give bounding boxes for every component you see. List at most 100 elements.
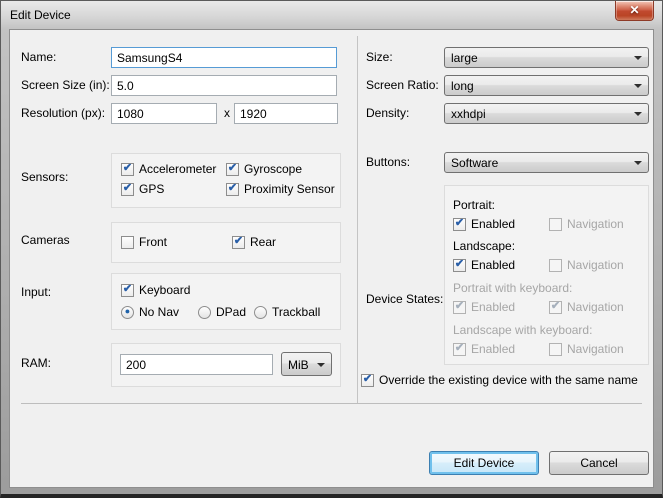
buttons-select[interactable]: Software (444, 152, 649, 173)
dialog-body: Name: Screen Size (in): Resolution (px):… (9, 29, 654, 488)
device-states-label: Device States: (366, 292, 444, 306)
checkbox-box: ✔ (453, 342, 466, 356)
screen-size-label: Screen Size (in): (21, 78, 110, 92)
checkbox-label: Navigation (567, 342, 624, 356)
radio-label: Trackball (272, 305, 321, 319)
footer-divider (21, 403, 642, 404)
window-title: Edit Device (10, 8, 71, 22)
check-icon: ✔ (454, 300, 465, 312)
check-icon: ✔ (233, 235, 244, 247)
gyroscope-checkbox[interactable]: ✔ Gyroscope (226, 162, 302, 176)
portrait-enabled-checkbox[interactable]: ✔ Enabled (453, 217, 515, 231)
landscape-enabled-checkbox[interactable]: ✔ Enabled (453, 258, 515, 272)
keyboard-checkbox[interactable]: ✔ Keyboard (121, 283, 190, 297)
cameras-label: Cameras (21, 233, 70, 247)
resolution-width-input[interactable] (111, 103, 217, 124)
titlebar[interactable]: Edit Device ✕ (1, 1, 662, 29)
ram-unit-value: MiB (288, 358, 309, 372)
screen-size-input[interactable] (111, 75, 337, 96)
checkbox-box (549, 258, 562, 272)
checkbox-label: Gyroscope (244, 162, 303, 176)
no-nav-radio[interactable]: ● No Nav (121, 305, 179, 319)
checkbox-label: Override the existing device with the sa… (379, 373, 638, 387)
checkbox-label: Navigation (567, 258, 624, 272)
name-input[interactable] (111, 47, 337, 68)
rear-camera-checkbox[interactable]: ✔ Rear (232, 235, 276, 249)
landscape-title: Landscape: (453, 239, 516, 253)
density-select[interactable]: xxhdpi (444, 103, 649, 124)
checkbox-label: Enabled (471, 258, 516, 272)
edit-device-button[interactable]: Edit Device (429, 451, 539, 475)
ram-unit-select[interactable]: MiB (281, 352, 332, 376)
resolution-label: Resolution (px): (21, 106, 106, 120)
check-icon: ✔ (122, 283, 133, 295)
size-label: Size: (366, 50, 393, 64)
checkbox-box: ✔ (226, 162, 239, 176)
checkbox-label: Accelerometer (139, 162, 217, 176)
density-value: xxhdpi (451, 107, 486, 121)
portrait-keyboard-navigation-checkbox: ✔ Navigation (549, 300, 624, 314)
buttons-value: Software (451, 156, 499, 170)
close-icon: ✕ (629, 3, 640, 17)
device-states-group: Portrait: ✔ Enabled Navigation Landscape… (444, 185, 649, 365)
checkbox-label: Navigation (567, 300, 624, 314)
override-checkbox[interactable]: ✔ Override the existing device with the … (361, 373, 638, 387)
close-button[interactable]: ✕ (615, 1, 654, 21)
check-icon: ✔ (454, 217, 465, 229)
dpad-radio[interactable]: DPad (198, 305, 246, 319)
accelerometer-checkbox[interactable]: ✔ Accelerometer (121, 162, 216, 176)
cameras-group: Front ✔ Rear (111, 222, 341, 263)
gps-checkbox[interactable]: ✔ GPS (121, 182, 164, 196)
checkbox-box: ✔ (121, 162, 134, 176)
portrait-navigation-checkbox: Navigation (549, 217, 624, 231)
checkbox-label: Rear (250, 235, 277, 249)
checkbox-box: ✔ (549, 300, 562, 314)
chevron-down-icon (634, 112, 642, 116)
column-divider (357, 36, 358, 403)
chevron-down-icon (634, 84, 642, 88)
checkbox-box (549, 217, 562, 231)
sensors-label: Sensors: (21, 170, 69, 184)
input-group: ✔ Keyboard ● No Nav DPad Trackball (111, 273, 341, 330)
radio-circle (254, 305, 267, 319)
check-icon: ✔ (550, 300, 561, 312)
ram-group: MiB (111, 343, 341, 387)
portrait-keyboard-enabled-checkbox: ✔ Enabled (453, 300, 515, 314)
name-label: Name: (21, 50, 57, 64)
density-label: Density: (366, 106, 410, 120)
resolution-height-input[interactable] (234, 103, 338, 124)
checkbox-label: Proximity Sensor (244, 182, 335, 196)
cancel-button[interactable]: Cancel (549, 451, 649, 475)
portrait-title: Portrait: (453, 198, 496, 212)
landscape-navigation-checkbox: Navigation (549, 258, 624, 272)
screen-ratio-label: Screen Ratio: (366, 78, 439, 92)
size-select[interactable]: large (444, 47, 649, 68)
ram-input[interactable] (120, 354, 273, 375)
checkbox-label: GPS (139, 182, 165, 196)
check-icon: ✔ (122, 182, 133, 194)
checkbox-box: ✔ (226, 182, 239, 196)
checkbox-box: ✔ (232, 235, 245, 249)
radio-circle: ● (121, 305, 134, 319)
radio-label: DPad (216, 305, 247, 319)
checkbox-box: ✔ (453, 258, 466, 272)
checkbox-box: ✔ (361, 373, 374, 387)
checkbox-box (549, 342, 562, 356)
checkbox-box (121, 235, 134, 249)
checkbox-box: ✔ (453, 217, 466, 231)
input-label: Input: (21, 285, 52, 299)
check-icon: ✔ (227, 182, 238, 194)
front-camera-checkbox[interactable]: Front (121, 235, 167, 249)
edit-device-dialog: Edit Device ✕ Name: Screen Size (in): Re… (0, 0, 663, 498)
portrait-keyboard-title: Portrait with keyboard: (453, 281, 573, 295)
checkbox-label: Keyboard (139, 283, 191, 297)
check-icon: ✔ (227, 162, 238, 174)
landscape-keyboard-navigation-checkbox: Navigation (549, 342, 624, 356)
checkbox-label: Enabled (471, 342, 516, 356)
buttons-label: Buttons: (366, 155, 411, 169)
proximity-sensor-checkbox[interactable]: ✔ Proximity Sensor (226, 182, 335, 196)
screen-ratio-select[interactable]: long (444, 75, 649, 96)
size-value: large (451, 51, 478, 65)
check-icon: ✔ (454, 258, 465, 270)
trackball-radio[interactable]: Trackball (254, 305, 320, 319)
